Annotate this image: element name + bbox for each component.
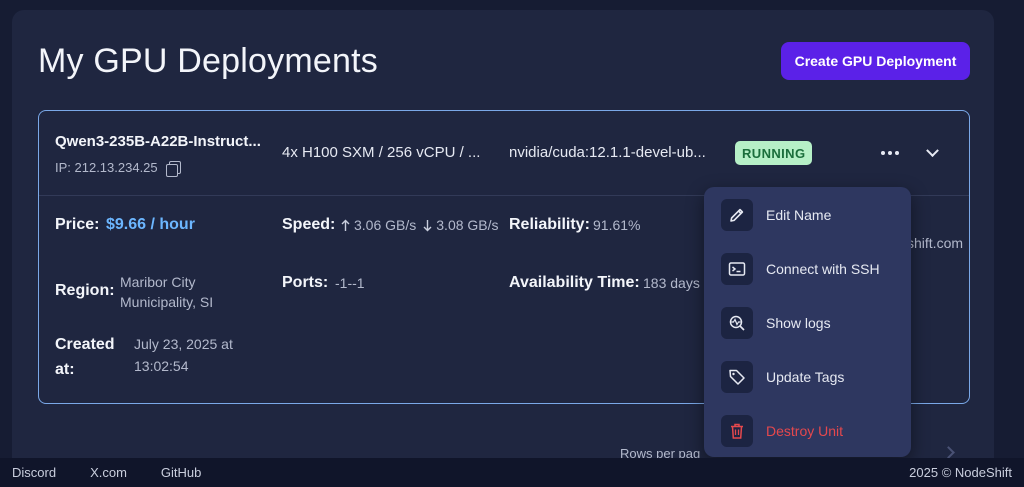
more-dot xyxy=(881,151,885,155)
ip-text: IP: 212.13.234.25 xyxy=(55,160,158,175)
tag-icon xyxy=(721,361,753,393)
created-value-line-2: 13:02:54 xyxy=(134,358,189,374)
menu-item-label: Connect with SSH xyxy=(766,261,880,277)
availability-value: 183 days xyxy=(643,275,700,291)
menu-item-connect-ssh[interactable]: Connect with SSH xyxy=(721,252,901,286)
speed-label: Speed: xyxy=(282,216,336,233)
footer-link-github[interactable]: GitHub xyxy=(161,465,201,480)
arrow-up-icon xyxy=(341,219,350,231)
availability-label: Availability Time: xyxy=(509,274,640,291)
logs-search-icon xyxy=(721,307,753,339)
footer-link-x[interactable]: X.com xyxy=(90,465,127,480)
footer-copyright: 2025 © NodeShift xyxy=(909,465,1012,480)
expand-button[interactable] xyxy=(919,141,945,165)
created-label-line-2: at: xyxy=(55,361,75,378)
region-line-2: Municipality, SI xyxy=(120,294,214,310)
footer: Discord X.com GitHub 2025 © NodeShift xyxy=(0,458,1024,487)
menu-item-label: Update Tags xyxy=(766,369,845,385)
created-value-line-1: July 23, 2025 at xyxy=(134,336,233,352)
menu-item-destroy-unit[interactable]: Destroy Unit xyxy=(721,414,901,448)
partial-email: shift.com xyxy=(907,235,964,251)
pencil-icon xyxy=(721,199,753,231)
region-label: Region: xyxy=(55,282,115,299)
deployment-actions-menu: Edit Name Connect with SSH Show logs Upd… xyxy=(704,187,911,457)
deployment-name: Qwen3-235B-A22B-Instruct... xyxy=(55,133,261,150)
speed-up-value: 3.06 GB/s xyxy=(354,217,417,233)
created-value: July 23, 2025 at 13:02:54 xyxy=(134,333,233,377)
menu-item-label: Edit Name xyxy=(766,207,832,223)
created-label-line-1: Created xyxy=(55,336,115,353)
menu-item-show-logs[interactable]: Show logs xyxy=(721,306,901,340)
create-gpu-deployment-button[interactable]: Create GPU Deployment xyxy=(781,42,970,80)
more-options-button[interactable] xyxy=(877,141,903,165)
menu-item-label: Destroy Unit xyxy=(766,423,844,439)
speed-down-value: 3.08 GB/s xyxy=(436,217,499,233)
menu-item-label: Show logs xyxy=(766,315,831,331)
footer-link-discord[interactable]: Discord xyxy=(12,465,56,480)
chevron-down-icon xyxy=(925,143,939,157)
region-line-1: Maribor City xyxy=(120,274,196,290)
reliability-label: Reliability: xyxy=(509,216,590,233)
menu-item-edit-name[interactable]: Edit Name xyxy=(721,198,901,232)
arrow-down-icon xyxy=(423,219,432,231)
deployment-image: nvidia/cuda:12.1.1-devel-ub... xyxy=(509,144,706,161)
price-value: $9.66 / hour xyxy=(106,216,195,233)
created-label: Created at: xyxy=(55,332,115,382)
deployment-hardware: 4x H100 SXM / 256 vCPU / ... xyxy=(282,144,481,161)
deployment-ip: IP: 212.13.234.25 xyxy=(55,160,181,177)
region-value: Maribor City Municipality, SI xyxy=(120,272,213,312)
ports-value: -1--1 xyxy=(335,275,365,291)
reliability-value: 91.61% xyxy=(593,217,641,233)
price-label: Price: xyxy=(55,216,100,233)
more-dot xyxy=(888,151,892,155)
terminal-icon xyxy=(721,253,753,285)
copy-icon[interactable] xyxy=(165,160,181,177)
status-badge: RUNNING xyxy=(735,141,813,165)
speed-value: 3.06 GB/s 3.08 GB/s xyxy=(341,217,499,233)
more-dot xyxy=(895,151,899,155)
trash-icon xyxy=(721,415,753,447)
menu-item-update-tags[interactable]: Update Tags xyxy=(721,360,901,394)
ports-label: Ports: xyxy=(282,274,329,291)
page-title: My GPU Deployments xyxy=(38,42,378,80)
